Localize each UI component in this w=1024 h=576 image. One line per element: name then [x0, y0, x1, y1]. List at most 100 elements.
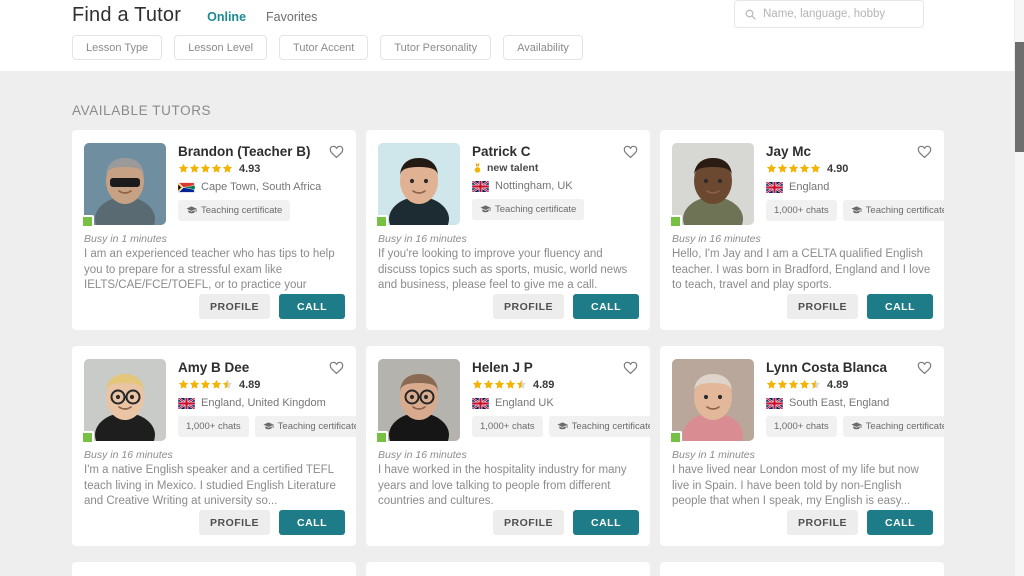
tutor-card[interactable]: Lynn Costa Blanca 4.89 South East, England…: [660, 346, 944, 546]
star-icon: [200, 379, 211, 389]
star-icon: [766, 163, 777, 173]
avatar[interactable]: [375, 143, 460, 228]
heart-icon: [329, 145, 344, 159]
tab-favorites[interactable]: Favorites: [266, 10, 317, 24]
star-icon: [200, 163, 211, 173]
rating-row: 4.89: [766, 378, 932, 391]
online-status-indicator: [669, 215, 682, 228]
badge-row: 1,000+ chats Teaching certificate: [472, 416, 650, 437]
star-icon: [777, 379, 788, 389]
location-row: Nottingham, UK: [472, 180, 638, 192]
location-text: South East, England: [789, 397, 890, 409]
filter-lesson-level[interactable]: Lesson Level: [174, 35, 268, 60]
tutor-photo: [378, 359, 460, 441]
call-button[interactable]: CALL: [279, 294, 345, 319]
call-button[interactable]: CALL: [867, 510, 933, 535]
new-talent-label: new talent: [487, 162, 539, 174]
tutor-card[interactable]: Brandon (Teacher B) 4.93 Cape Town, South …: [72, 130, 356, 330]
call-button[interactable]: CALL: [867, 294, 933, 319]
badge-label: 1,000+ chats: [774, 205, 829, 216]
favorite-button[interactable]: [622, 143, 639, 160]
favorite-button[interactable]: [916, 143, 933, 160]
tab-online[interactable]: Online: [207, 10, 246, 24]
tutor-name[interactable]: Lynn Costa Blanca: [766, 360, 932, 375]
rating-row: 4.89: [178, 378, 344, 391]
tutor-name[interactable]: Patrick C: [472, 144, 638, 159]
search-icon: [745, 9, 756, 20]
filter-chip-row: Lesson Type Lesson Level Tutor Accent Tu…: [72, 35, 583, 60]
avatar[interactable]: [81, 359, 166, 444]
star-icon: [178, 163, 189, 173]
star-icon: [799, 379, 810, 389]
tutor-card[interactable]: Helen J P 4.89 England UK 1,000+ chats Teach…: [366, 346, 650, 546]
avatar[interactable]: [375, 359, 460, 444]
card-stub[interactable]: [72, 562, 356, 576]
vertical-scrollbar-thumb[interactable]: [1015, 42, 1024, 152]
card-info: Brandon (Teacher B) 4.93 Cape Town, South …: [166, 143, 344, 225]
tutor-card[interactable]: Jay Mc 4.90 England 1,000+ chats Teaching ce…: [660, 130, 944, 330]
graduation-cap-icon: [186, 206, 197, 214]
call-button[interactable]: CALL: [573, 294, 639, 319]
filter-availability[interactable]: Availability: [503, 35, 583, 60]
call-button[interactable]: CALL: [279, 510, 345, 535]
vertical-scrollbar-track[interactable]: [1014, 0, 1024, 576]
card-top: Helen J P 4.89 England UK 1,000+ chats Teach…: [366, 346, 650, 444]
profile-button[interactable]: PROFILE: [786, 294, 858, 319]
filter-tutor-personality[interactable]: Tutor Personality: [380, 35, 492, 60]
badge-label: Teaching certificate: [571, 421, 650, 432]
availability-status: Busy in 1 minutes: [84, 233, 167, 245]
rating-value: 4.93: [239, 162, 261, 175]
location-text: England, United Kingdom: [201, 397, 326, 409]
tutor-bio: Hello, I'm Jay and I am a CELTA qualifie…: [672, 248, 931, 291]
flag-uk-icon: [766, 397, 783, 409]
new-talent-badge: new talent: [472, 162, 638, 174]
star-half-icon: [222, 379, 233, 389]
badge-row: 1,000+ chats Teaching certificate: [766, 200, 944, 221]
profile-button[interactable]: PROFILE: [198, 294, 270, 319]
tutor-name[interactable]: Jay Mc: [766, 144, 932, 159]
tutor-name[interactable]: Amy B Dee: [178, 360, 344, 375]
card-stub[interactable]: [366, 562, 650, 576]
header-title-row: Find a Tutor Online Favorites: [72, 0, 317, 30]
tutor-bio: If you're looking to improve your fluenc…: [378, 248, 628, 291]
favorite-button[interactable]: [328, 359, 345, 376]
tutor-grid: Brandon (Teacher B) 4.93 Cape Town, South …: [72, 130, 956, 546]
tutor-card[interactable]: Patrick C new talent Nottingham, UK Teachin…: [366, 130, 650, 330]
badge-row: 1,000+ chats Teaching certificate: [178, 416, 356, 437]
star-icon: [211, 163, 222, 173]
filter-lesson-type[interactable]: Lesson Type: [72, 35, 163, 60]
card-stub[interactable]: [660, 562, 944, 576]
tutor-name[interactable]: Helen J P: [472, 360, 638, 375]
heart-icon: [917, 361, 932, 375]
tutor-card[interactable]: Amy B Dee 4.89 England, United Kingdom 1,00…: [72, 346, 356, 546]
avatar[interactable]: [669, 143, 754, 228]
rating-value: 4.90: [827, 162, 849, 175]
star-icon: [810, 163, 821, 173]
star-icon: [472, 379, 483, 389]
tutor-name[interactable]: Brandon (Teacher B): [178, 144, 344, 159]
favorite-button[interactable]: [622, 359, 639, 376]
avatar[interactable]: [669, 359, 754, 444]
badge-chats: 1,000+ chats: [766, 416, 837, 437]
availability-status: Busy in 16 minutes: [378, 449, 467, 461]
profile-button[interactable]: PROFILE: [492, 510, 564, 535]
card-top: Patrick C new talent Nottingham, UK Teachin…: [366, 130, 650, 228]
favorite-button[interactable]: [916, 359, 933, 376]
search-input[interactable]: [763, 8, 917, 20]
tutor-photo: [84, 143, 166, 225]
badge-teaching-certificate: Teaching certificate: [178, 200, 291, 221]
avatar[interactable]: [81, 143, 166, 228]
badge-teaching-certificate: Teaching certificate: [548, 416, 650, 437]
heart-icon: [623, 145, 638, 159]
profile-button[interactable]: PROFILE: [198, 510, 270, 535]
star-half-icon: [810, 379, 821, 389]
call-button[interactable]: CALL: [573, 510, 639, 535]
online-status-indicator: [375, 215, 388, 228]
star-icon: [178, 379, 189, 389]
profile-button[interactable]: PROFILE: [492, 294, 564, 319]
filter-tutor-accent[interactable]: Tutor Accent: [279, 35, 369, 60]
favorite-button[interactable]: [328, 143, 345, 160]
profile-button[interactable]: PROFILE: [786, 510, 858, 535]
tutor-bio: I am an experienced teacher who has tips…: [84, 248, 335, 291]
search-box[interactable]: [734, 0, 924, 28]
